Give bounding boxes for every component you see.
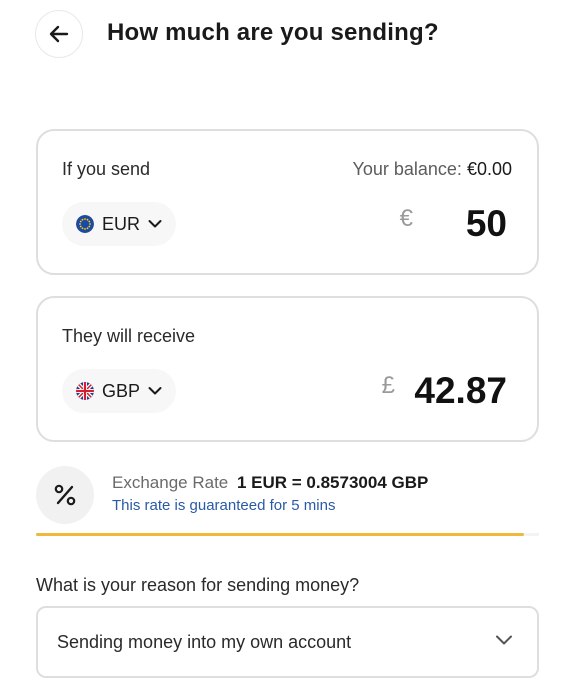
send-currency-selector[interactable]: EUR <box>62 202 177 246</box>
chevron-down-icon <box>148 220 162 228</box>
receive-amount-card: They will receive GBP £ 42.87 <box>36 296 539 442</box>
eu-flag-icon <box>76 215 94 233</box>
uk-flag-icon <box>76 382 94 400</box>
chevron-down-icon <box>496 635 512 645</box>
percent-icon <box>36 466 94 524</box>
balance-value: €0.00 <box>466 159 512 179</box>
send-currency-code: EUR <box>102 213 141 234</box>
reason-question: What is your reason for sending money? <box>36 575 360 595</box>
back-button[interactable] <box>35 10 83 58</box>
arrow-left-icon <box>49 25 69 43</box>
receive-currency-selector[interactable]: GBP <box>62 369 177 413</box>
exchange-rate-value: 1 EUR = 0.8573004 GBP <box>236 473 429 492</box>
reason-select[interactable]: Sending money into my own account <box>36 606 539 678</box>
receive-amount-input[interactable]: 42.87 <box>414 370 507 412</box>
receive-currency-code: GBP <box>102 380 141 401</box>
reason-selected-value: Sending money into my own account <box>57 632 352 652</box>
page-title: How much are you sending? <box>107 19 439 46</box>
send-label: If you send <box>62 159 151 179</box>
receive-label: They will receive <box>62 326 196 346</box>
rate-timer-progress <box>36 533 539 536</box>
send-amount-input[interactable]: 50 <box>466 203 507 245</box>
exchange-rate-label: Exchange Rate <box>112 473 229 492</box>
chevron-down-icon <box>148 387 162 395</box>
send-currency-symbol: € <box>399 205 413 232</box>
exchange-rate-line: Exchange Rate 1 EUR = 0.8573004 GBP <box>112 473 428 493</box>
balance-text: Your balance: €0.00 <box>353 159 513 180</box>
send-amount-card: If you send Your balance: €0.00 EUR € 50 <box>36 129 539 275</box>
rate-timer-progress-fill <box>36 533 524 536</box>
receive-currency-symbol: £ <box>381 372 395 399</box>
rate-guarantee-note: This rate is guaranteed for 5 mins <box>112 497 336 514</box>
balance-label: Your balance: <box>352 159 462 179</box>
